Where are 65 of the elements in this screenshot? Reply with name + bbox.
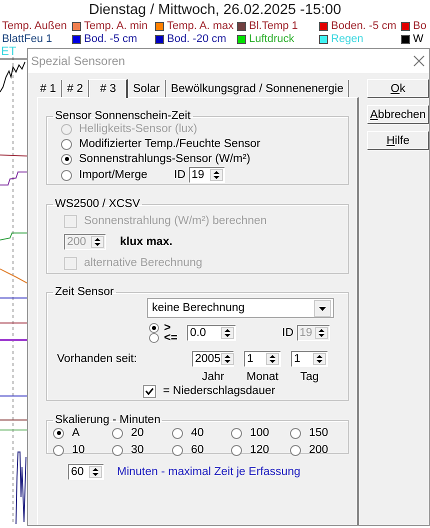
- legend-label: Bo: [413, 20, 426, 33]
- radio-option[interactable]: 60: [172, 443, 231, 457]
- radio-option[interactable]: 150: [290, 426, 340, 440]
- radio-option[interactable]: 100: [231, 426, 290, 440]
- dialog-button[interactable]: Hilfe: [367, 131, 429, 150]
- tab[interactable]: # 1: [37, 80, 62, 97]
- legend-label: Bod. -20 cm: [167, 33, 226, 46]
- radio-option[interactable]: Sonnenstrahlungs-Sensor (W/m²): [61, 152, 348, 166]
- arrows-icon: [314, 327, 328, 339]
- arrows-icon: [89, 466, 102, 478]
- group-title: Sensor Sonnenschein-Zeit: [54, 110, 192, 122]
- radio-option[interactable]: 120: [231, 443, 290, 457]
- legend-label: Boden. -5 cm: [331, 20, 396, 33]
- hint-text: Minuten - maximal Zeit je Erfassung: [117, 466, 300, 478]
- date-title: Dienstag / Mittwoch, 26.02.2025 -15:00: [88, 1, 342, 20]
- arrows-icon: [210, 169, 222, 181]
- date-label: Tag: [300, 371, 319, 383]
- radio-option[interactable]: 40: [172, 426, 231, 440]
- group-title: WS2500 / XCSV: [54, 198, 142, 210]
- dialog-title: Spezial Sensoren: [31, 54, 126, 68]
- radio-option[interactable]: >: [149, 323, 187, 333]
- legend-label: BlattFeu 1: [2, 33, 52, 46]
- group-title: Zeit Sensor: [54, 286, 115, 298]
- tab[interactable]: # 3: [89, 79, 128, 98]
- radio-option[interactable]: 20: [112, 426, 172, 440]
- legend-label: Bod. -5 cm: [84, 33, 138, 46]
- arrows-icon: [220, 352, 234, 364]
- radio-option[interactable]: Import/Merge: [61, 168, 174, 182]
- checkbox-option[interactable]: = Niederschlagsdauer: [143, 384, 276, 398]
- arrows-icon: [91, 236, 104, 248]
- since-label: Vorhanden seit:: [57, 352, 138, 364]
- legend-label: Temp. Außen: [2, 20, 67, 33]
- id-label: ID: [282, 327, 294, 339]
- spin-field[interactable]: 0.0: [187, 325, 236, 341]
- close-icon[interactable]: [413, 55, 425, 67]
- unit-label: klux max.: [120, 236, 172, 248]
- legend-label: ET: [0, 46, 18, 57]
- date-label: Jahr: [202, 371, 224, 383]
- arrows-icon: [266, 352, 279, 364]
- dialog-button[interactable]: Abbrechen: [367, 105, 429, 124]
- legend-label: W: [413, 33, 424, 46]
- radio-option[interactable]: 200: [290, 443, 340, 457]
- legend-label: Temp. A. max: [167, 20, 234, 33]
- spin-field[interactable]: 60: [68, 464, 104, 480]
- spin-field[interactable]: 1: [244, 350, 281, 366]
- legend-label: Temp. A. min: [84, 20, 148, 33]
- legend-label: Luftdruck: [249, 33, 294, 46]
- radio-option[interactable]: Modifizierter Temp./Feuchte Sensor: [61, 137, 348, 151]
- radio-option[interactable]: 30: [112, 443, 172, 457]
- arrows-icon: [313, 352, 326, 364]
- spin-field[interactable]: 2005: [192, 350, 234, 366]
- arrows-icon: [221, 327, 234, 339]
- radio-option[interactable]: <=: [149, 333, 187, 343]
- dropdown[interactable]: keine Berechnung: [147, 298, 334, 318]
- dialog-button[interactable]: Ok: [367, 79, 429, 98]
- id-label: ID: [174, 169, 186, 181]
- legend-label: Bl.Temp 1: [249, 20, 298, 33]
- spin-field[interactable]: 19: [188, 167, 224, 183]
- date-label: Monat: [246, 371, 278, 383]
- radio-option[interactable]: A: [53, 426, 112, 440]
- group-title: Skalierung - Minuten: [54, 414, 162, 426]
- radio-option[interactable]: 10: [53, 443, 112, 457]
- spin-field[interactable]: 1: [291, 350, 328, 366]
- checkmark-icon: [145, 386, 154, 396]
- legend-label: Regen: [331, 33, 364, 46]
